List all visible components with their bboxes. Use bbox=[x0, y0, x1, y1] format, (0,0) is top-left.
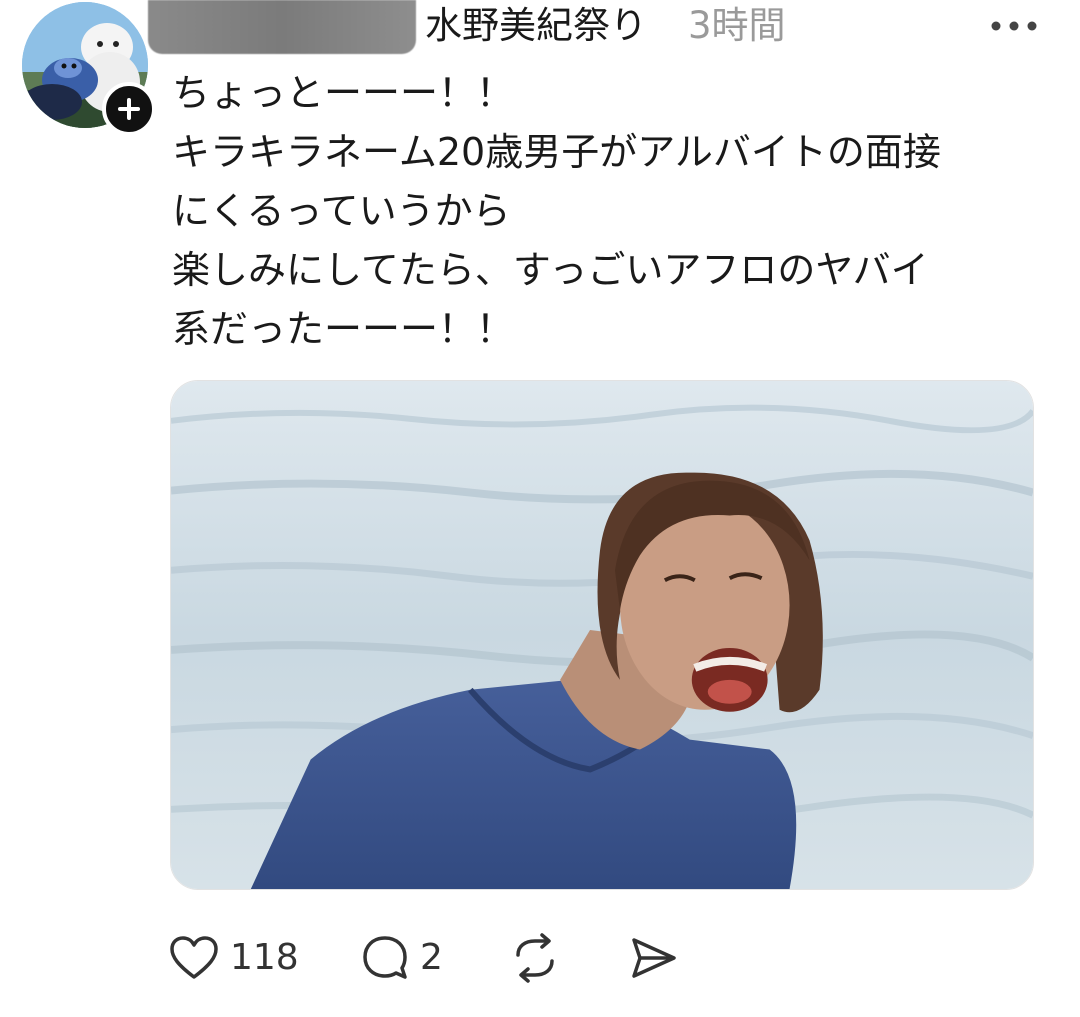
heart-icon bbox=[170, 936, 218, 979]
post-photo bbox=[171, 381, 1033, 889]
speech-bubble-icon bbox=[363, 936, 407, 979]
post-text-line: ちょっとーーー！！ bbox=[172, 71, 515, 115]
plus-icon bbox=[118, 98, 140, 120]
post-text-line: 楽しみにしてたら、すっごいアフロのヤバイ bbox=[172, 248, 929, 292]
repost-icon bbox=[516, 933, 554, 983]
reply-count: 2 bbox=[420, 937, 443, 978]
post-text-line: にくるっていうから bbox=[172, 189, 511, 233]
post-text-line: キラキラネーム20歳男子がアルバイトの面接 bbox=[172, 130, 941, 174]
username[interactable]: 水野美紀祭り bbox=[425, 2, 647, 50]
post-text-line: 系だったーーー！！ bbox=[172, 307, 515, 351]
reply-button[interactable]: 2 bbox=[360, 930, 443, 986]
post-text: ちょっとーーー！！ キラキラネーム20歳男子がアルバイトの面接 にくるっていうか… bbox=[172, 64, 1052, 359]
redacted-username bbox=[148, 0, 416, 54]
send-icon bbox=[632, 938, 676, 978]
more-options-button[interactable] bbox=[984, 6, 1044, 46]
like-button[interactable]: 118 bbox=[168, 930, 299, 986]
repost-button[interactable] bbox=[508, 930, 562, 986]
follow-button[interactable] bbox=[102, 82, 156, 136]
post-image[interactable] bbox=[170, 380, 1034, 890]
more-horizontal-icon bbox=[991, 21, 1037, 31]
timestamp: 3時間 bbox=[688, 4, 786, 47]
like-count: 118 bbox=[230, 937, 299, 978]
share-button[interactable] bbox=[628, 930, 680, 986]
